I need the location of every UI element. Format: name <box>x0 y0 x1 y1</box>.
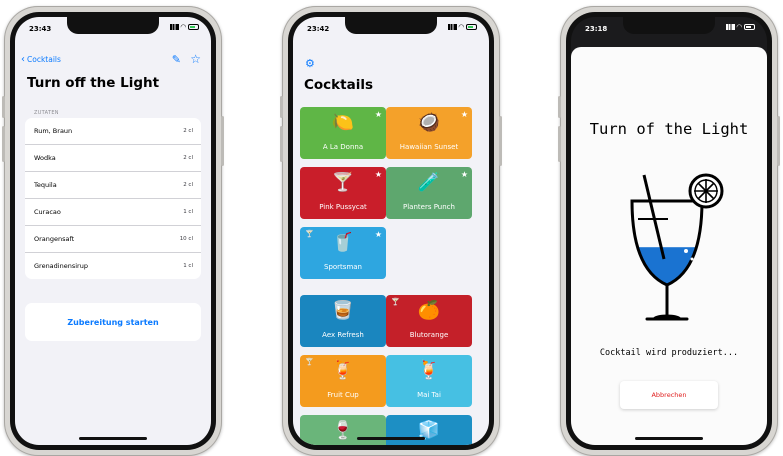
tube-glass-icon: 🧪 <box>417 172 441 193</box>
ingredient-row: Tequila 2 cl <box>25 172 201 199</box>
ingredient-name: Curacao <box>34 208 61 216</box>
home-indicator <box>357 437 425 440</box>
cocktail-tile[interactable]: 🍷 <box>300 415 386 445</box>
back-button[interactable]: ‹ Cocktails <box>21 53 61 65</box>
fruit-cup-icon: 🍹 <box>331 360 355 381</box>
phone-production: 23:18 ◠ Turn of the Light Cocktail wird … <box>558 6 780 456</box>
ingredient-amount: 2 cl <box>183 128 193 134</box>
lime-icon: 🍋 <box>331 112 355 133</box>
tumbler-icon: 🥃 <box>331 300 355 321</box>
alcohol-glass-icon: 🍸 <box>305 230 314 238</box>
favorite-star-icon: ★ <box>460 110 468 119</box>
favorite-star-icon: ★ <box>374 170 382 179</box>
cocktail-tile[interactable]: 🧪 ★ Planters Punch <box>386 167 472 219</box>
ingredient-row: Curacao 1 cl <box>25 199 201 226</box>
ingredient-amount: 1 cl <box>183 209 193 215</box>
chevron-left-icon: ‹ <box>21 53 25 65</box>
wifi-icon: ◠ <box>458 23 464 31</box>
cocktail-title: Turn of the Light <box>589 120 749 138</box>
favorite-star-icon: ★ <box>374 110 382 119</box>
nav-bar: ‹ Cocktails ✎ ☆ <box>21 52 203 69</box>
back-label: Cocktails <box>27 55 61 64</box>
status-time: 23:43 <box>29 25 52 33</box>
favorite-star-icon: ★ <box>460 170 468 179</box>
ingredient-row: Wodka 2 cl <box>25 145 201 172</box>
ingredient-name: Orangensaft <box>34 235 75 243</box>
ingredient-amount: 10 cl <box>179 236 193 242</box>
cocktail-tile-label: Mai Tai <box>417 391 441 399</box>
cocktail-tile[interactable]: 🧊 <box>386 415 472 445</box>
cocktail-tile-label: Blutorange <box>409 331 449 339</box>
ingredient-name: Tequila <box>34 181 57 189</box>
ingredient-row: Orangensaft 10 cl <box>25 226 201 253</box>
cocktail-tile[interactable]: 🍹 🍸 Fruit Cup <box>300 355 386 407</box>
signal-icon <box>169 24 179 30</box>
cocktail-tile[interactable]: 🥥 ★ Hawaiian Sunset <box>386 107 472 159</box>
modal-sheet: Turn of the Light Cocktail wird produzie… <box>571 47 767 445</box>
ingredient-row: Rum, Braun 2 cl <box>25 118 201 145</box>
cocktail-tile[interactable]: 🍊 🍸 Blutorange <box>386 295 472 347</box>
wifi-icon: ◠ <box>736 23 742 31</box>
cocktail-icon: 🍹 <box>417 360 441 381</box>
cocktail-tile-label: Pink Pussycat <box>319 203 367 211</box>
cocktail-tile-label: Planters Punch <box>403 203 455 211</box>
screen-cocktails: 23:42 ◠ ⚙ Cocktails 🍋 ★ A La Donna 🥥 ★ Hawaii… <box>293 17 489 445</box>
home-indicator <box>79 437 147 440</box>
phone-cocktail-grid: 23:42 ◠ ⚙ Cocktails 🍋 ★ A La Donna 🥥 ★ Hawaii… <box>280 6 502 456</box>
page-title: Turn off the Light <box>27 75 160 91</box>
wifi-icon: ◠ <box>180 23 186 31</box>
ingredient-amount: 2 cl <box>183 155 193 161</box>
gear-icon[interactable]: ⚙ <box>305 57 315 70</box>
alcohol-glass-icon: 🍸 <box>305 358 314 366</box>
edit-icon[interactable]: ✎ <box>172 53 181 66</box>
martini-icon: 🍸 <box>331 172 355 193</box>
page-title: Cocktails <box>304 77 374 93</box>
status-time: 23:42 <box>307 25 330 33</box>
cocktail-tile[interactable]: 🥃 Aex Refresh <box>300 295 386 347</box>
screen-ingredients: 23:43 ◠ ‹ Cocktails ✎ ☆ Turn off the Lig… <box>15 17 211 445</box>
cocktail-tile[interactable]: 🍸 ★ Pink Pussycat <box>300 167 386 219</box>
ingredient-amount: 2 cl <box>183 182 193 188</box>
ingredient-name: Grenadinensirup <box>34 262 88 270</box>
ingredient-amount: 1 cl <box>183 263 193 269</box>
cocktail-tile-label: Fruit Cup <box>327 391 359 399</box>
cocktail-tile-label: Hawaiian Sunset <box>399 143 459 151</box>
battery-icon <box>466 24 477 30</box>
battery-icon <box>744 24 755 30</box>
cocktail-glass-icon <box>630 173 724 321</box>
cocktail-tile-label: Aex Refresh <box>322 331 364 339</box>
cocktail-tile-label: A La Donna <box>322 143 364 151</box>
phone-ingredients: 23:43 ◠ ‹ Cocktails ✎ ☆ Turn off the Lig… <box>2 6 224 456</box>
wine-glass-icon: 🍷 <box>331 420 355 441</box>
notch <box>623 17 715 34</box>
ingredient-list: Rum, Braun 2 cl Wodka 2 cl Tequila 2 cl Cur… <box>25 118 201 279</box>
battery-icon <box>188 24 199 30</box>
start-preparation-button[interactable]: Zubereitung starten <box>25 303 201 341</box>
signal-icon <box>447 24 457 30</box>
production-status: Cocktail wird produziert... <box>599 348 739 358</box>
alcohol-glass-icon: 🍸 <box>391 298 400 306</box>
home-indicator <box>635 437 703 440</box>
orange-icon: 🍊 <box>417 300 441 321</box>
signal-icon <box>725 24 735 30</box>
section-header: ZUTATEN <box>34 110 59 116</box>
ingredient-name: Wodka <box>34 154 56 162</box>
star-icon[interactable]: ☆ <box>190 52 201 66</box>
ingredient-row: Grenadinensirup 1 cl <box>25 253 201 279</box>
notch <box>67 17 159 34</box>
cocktail-tile[interactable]: 🥤 ★ 🍸 Sportsman <box>300 227 386 279</box>
cancel-button[interactable]: Abbrechen <box>620 381 718 409</box>
screen-production: 23:18 ◠ Turn of the Light Cocktail wird … <box>571 17 767 445</box>
ingredient-name: Rum, Braun <box>34 127 73 135</box>
favorite-star-icon: ★ <box>374 230 382 239</box>
cocktail-tile-label: Sportsman <box>324 263 362 271</box>
status-time: 23:18 <box>585 25 608 33</box>
cocktail-tile[interactable]: 🍋 ★ A La Donna <box>300 107 386 159</box>
cocktail-tile[interactable]: 🍹 Mai Tai <box>386 355 472 407</box>
coconut-icon: 🥥 <box>417 112 441 133</box>
tall-glass-icon: 🥤 <box>331 232 355 253</box>
notch <box>345 17 437 34</box>
